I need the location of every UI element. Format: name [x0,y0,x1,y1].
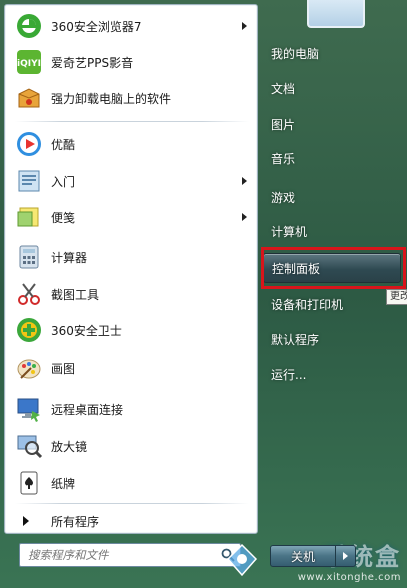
divider [15,503,249,504]
program-item-remote-desktop[interactable]: 远程桌面连接 [9,392,255,426]
highlight-outline [261,247,406,289]
right-item-default-programs[interactable]: 默认程序 [263,324,401,354]
submenu-arrow-icon [242,213,247,221]
all-programs-button[interactable]: 所有程序 [9,508,255,534]
right-item-run[interactable]: 运行... [263,359,401,389]
program-label: 画图 [51,361,76,376]
right-item-music[interactable]: 音乐 [263,143,401,173]
getting-started-icon [13,165,45,197]
360-safeguard-icon [13,314,45,346]
right-item-my-computer[interactable]: 我的电脑 [263,38,401,68]
shutdown-button[interactable]: 关机 [270,545,336,567]
shutdown-options-button[interactable] [336,545,356,567]
program-item-uninstall[interactable]: 强力卸载电脑上的软件 [9,81,255,115]
program-label: 优酷 [51,137,76,152]
program-label: 爱奇艺PPS影音 [51,55,134,70]
user-picture[interactable] [307,0,365,28]
right-item-computer[interactable]: 计算机 [263,216,401,246]
watermark-logo-icon [226,543,258,577]
program-item-paint[interactable]: 画图 [9,351,255,385]
triangle-right-icon [343,552,348,560]
sticky-notes-icon [13,201,45,233]
snipping-tool-icon [13,278,45,310]
program-item-getting-started[interactable]: 入门 [9,164,255,198]
program-item-magnifier[interactable]: 放大镜 [9,429,255,463]
remote-desktop-icon [13,393,45,425]
shutdown-group: 关机 [270,545,356,567]
calculator-icon [13,241,45,273]
program-item-youku[interactable]: 优酷 [9,127,255,161]
search-input[interactable] [20,545,217,565]
right-item-games[interactable]: 游戏 [263,182,401,212]
right-item-label: 音乐 [271,151,296,166]
right-item-pictures[interactable]: 图片 [263,109,401,139]
right-item-label: 游戏 [271,190,296,205]
submenu-arrow-icon [242,22,247,30]
program-item-snipping-tool[interactable]: 截图工具 [9,277,255,311]
right-item-label: 我的电脑 [271,46,320,61]
right-item-label: 默认程序 [271,332,320,347]
program-label: 截图工具 [51,287,100,302]
right-item-label: 设备和打印机 [271,297,344,312]
shutdown-label: 关机 [290,549,315,564]
program-label: 便笺 [51,210,76,225]
program-item-solitaire[interactable]: 纸牌 [9,466,255,500]
right-item-label: 文档 [271,81,296,96]
divider [15,121,249,122]
program-label: 强力卸载电脑上的软件 [51,91,172,106]
program-item-calculator[interactable]: 计算器 [9,240,255,274]
solitaire-icon [13,467,45,499]
right-item-documents[interactable]: 文档 [263,73,401,103]
submenu-arrow-icon [242,177,247,185]
right-item-devices-printers[interactable]: 设备和打印机 [263,289,401,319]
triangle-right-icon [23,516,29,526]
program-item-iqiyi[interactable]: iQIYI 爱奇艺PPS影音 [9,45,255,79]
program-item-sticky-notes[interactable]: 便笺 [9,200,255,234]
program-label: 360安全浏览器7 [51,19,142,34]
program-label: 360安全卫士 [51,323,122,338]
program-label: 远程桌面连接 [51,402,124,417]
program-label: 入门 [51,174,76,189]
tooltip: 更改 [386,289,407,305]
program-label: 计算器 [51,250,88,265]
youku-icon [13,128,45,160]
program-item-360-browser[interactable]: 360安全浏览器7 [9,9,255,43]
program-label: 放大镜 [51,439,88,454]
program-label: 纸牌 [51,476,76,491]
right-item-label: 图片 [271,117,296,132]
watermark-url: www.xitonghe.com [297,572,401,583]
search-box [19,543,241,567]
paint-icon [13,352,45,384]
programs-panel: 360安全浏览器7 iQIYI 爱奇艺PPS影音 强力卸载电脑上的软件 优酷 入… [4,4,258,534]
program-item-360-safeguard[interactable]: 360安全卫士 [9,313,255,347]
right-item-label: 计算机 [271,224,308,239]
all-programs-label: 所有程序 [51,514,100,529]
start-menu: 360安全浏览器7 iQIYI 爱奇艺PPS影音 强力卸载电脑上的软件 优酷 入… [0,0,407,588]
svg-text:iQIYI: iQIYI [17,59,41,69]
right-item-label: 运行... [271,367,307,382]
iqiyi-icon: iQIYI [13,46,45,78]
360-browser-icon [13,10,45,42]
uninstall-box-icon [13,82,45,114]
magnifier-icon [13,430,45,462]
